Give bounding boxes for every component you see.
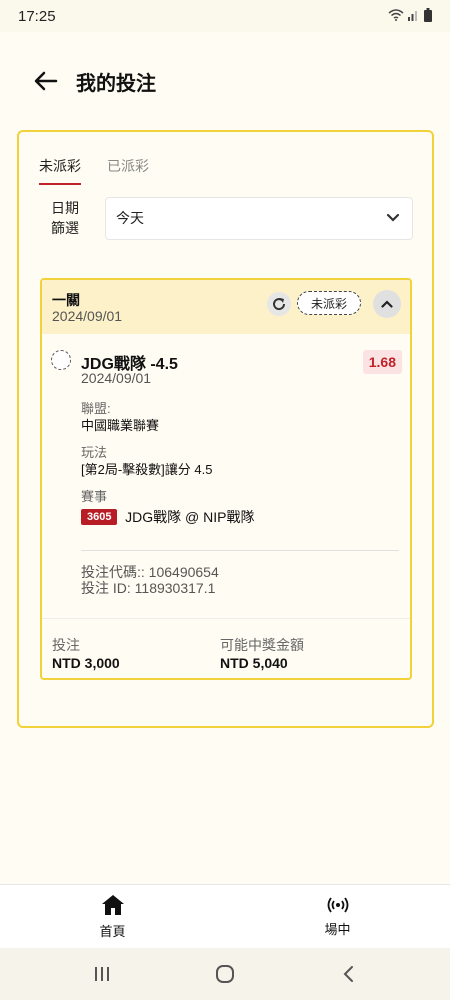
status-time: 17:25 [18, 7, 56, 25]
chevron-down-icon [386, 210, 400, 226]
nav-home-label: 首頁 [99, 923, 126, 939]
system-nav-bar [0, 948, 450, 1000]
tab-settled[interactable]: 已派彩 [107, 156, 149, 185]
league-value: 中國職業聯賽 [81, 418, 160, 433]
payout-label: 可能中獎金額 [220, 637, 304, 653]
stake-info: 投注 NTD 3,000 [52, 635, 120, 671]
tab-unsettled[interactable]: 未派彩 [39, 156, 81, 185]
event-id-badge: 3605 [81, 509, 118, 526]
market-label: 玩法 [81, 445, 108, 460]
wifi-icon [388, 8, 404, 24]
bet-codes: 投注代碼:: 106490654 投注 ID: 118930317.1 [81, 564, 219, 596]
page-title: 我的投注 [76, 72, 156, 95]
selection-radio[interactable] [51, 350, 71, 370]
event-name: JDG戰隊 @ NIP戰隊 [125, 509, 255, 525]
market-value: [第2局-擊殺數]讓分 4.5 [81, 462, 213, 477]
battery-icon [424, 7, 432, 25]
back-chevron-icon[interactable] [328, 959, 368, 989]
nav-live[interactable]: 場中 [225, 885, 450, 948]
bet-code: 投注代碼:: 106490654 [81, 564, 219, 580]
bet-status-badge[interactable]: 未派彩 [297, 291, 362, 315]
status-bar: 17:25 [0, 0, 450, 32]
page-header: 我的投注 [0, 56, 450, 106]
date-filter-label: 日期篩選 [51, 200, 79, 236]
back-arrow-icon[interactable] [32, 67, 60, 95]
bet-footer: 投注 NTD 3,000 可能中獎金額 NTD 5,040 [42, 618, 410, 678]
bottom-nav: 首頁 場中 [0, 884, 450, 948]
date-filter-select[interactable]: 今天 [105, 196, 413, 240]
payout-value: NTD 5,040 [220, 655, 288, 671]
bet-date: 2024/09/01 [52, 308, 123, 324]
market-info: 玩法 [第2局-擊殺數]讓分 4.5 [81, 444, 212, 478]
odds-badge: 1.68 [362, 350, 402, 374]
nav-home[interactable]: 首頁 [0, 885, 225, 948]
bet-status-tabs: 未派彩 已派彩 [39, 156, 149, 185]
event-info: 賽事 3605 JDG戰隊 @ NIP戰隊 [81, 488, 254, 527]
chevron-up-icon[interactable] [373, 290, 401, 318]
date-filter-value: 今天 [116, 210, 144, 226]
date-filter-row: 日期篩選 今天 [39, 196, 413, 240]
nav-live-label: 場中 [324, 921, 351, 937]
bet-id: 投注 ID: 118930317.1 [81, 580, 216, 596]
refresh-icon[interactable] [267, 292, 291, 316]
bet-card-header: 一關 2024/09/01 未派彩 [42, 280, 410, 334]
divider [81, 550, 399, 551]
status-icons [388, 7, 432, 25]
bets-panel: 未派彩 已派彩 日期篩選 今天 一關 2024/09/01 未派彩 JDG戰隊 … [17, 130, 434, 728]
event-label: 賽事 [81, 489, 108, 504]
stake-value: NTD 3,000 [52, 655, 120, 671]
bet-type: 一關 [52, 292, 80, 308]
home-icon [101, 894, 125, 919]
league-info: 聯盟: 中國職業聯賽 [81, 400, 159, 434]
signal-icon [408, 9, 420, 24]
payout-info: 可能中獎金額 NTD 5,040 [220, 635, 304, 671]
stake-label: 投注 [52, 637, 80, 653]
home-circle-icon[interactable] [205, 959, 245, 989]
selection-date: 2024/09/01 [81, 370, 152, 386]
league-label: 聯盟: [81, 401, 111, 416]
bet-card: 一關 2024/09/01 未派彩 JDG戰隊 -4.5 2024/09/01 … [40, 278, 412, 680]
recent-apps-icon[interactable] [82, 959, 122, 989]
live-broadcast-icon [327, 896, 349, 917]
